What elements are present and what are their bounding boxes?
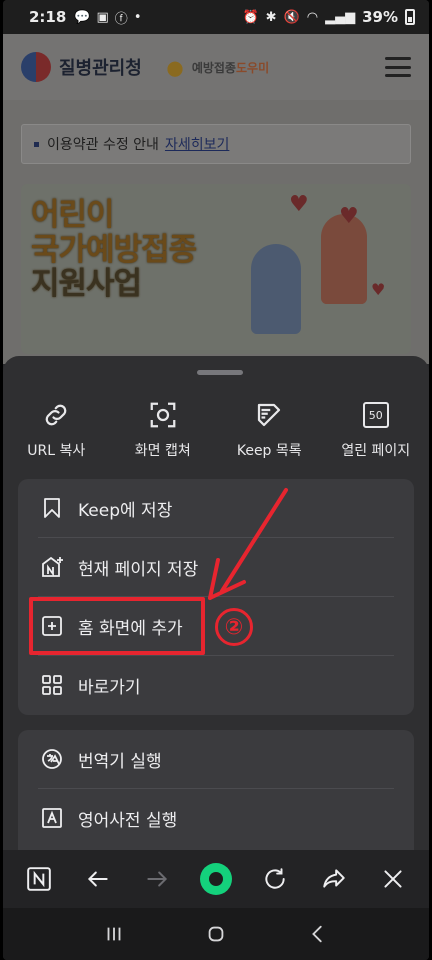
status-bar: 2:18 💬 ▣ ⓕ • ⏰ ✱ 🔇 ◠ ▂▄▆ 39% xyxy=(3,0,429,34)
back-nav-icon[interactable] xyxy=(307,923,329,945)
bluetooth-icon: ✱ xyxy=(265,9,277,25)
chat-icon: 💬 xyxy=(74,9,91,25)
hamburger-menu-icon[interactable] xyxy=(385,57,411,77)
back-button[interactable] xyxy=(78,859,118,899)
grid-icon xyxy=(42,675,62,695)
capture-icon xyxy=(150,402,176,428)
site-header: 질병관리청 예방접종도우미 xyxy=(3,34,429,100)
status-time: 2:18 xyxy=(29,8,67,26)
open-pages-button[interactable]: 50 열린 페이지 xyxy=(323,400,430,470)
sub-site-accent: 도우미 xyxy=(235,60,270,75)
notice-text: 이용약관 수정 안내 xyxy=(47,137,159,153)
refresh-icon xyxy=(265,868,285,889)
heart-icon: ♥ xyxy=(289,192,309,217)
run-translator-item[interactable]: 번역기 실행 xyxy=(18,730,414,788)
sheet-drag-handle[interactable] xyxy=(197,370,243,375)
sub-site-name: 예방접종 xyxy=(191,60,236,75)
vaccination-helper-logo: 예방접종도우미 xyxy=(161,56,270,78)
bookmark-icon xyxy=(44,498,60,518)
save-current-page-item[interactable]: 현재 페이지 저장 xyxy=(18,538,414,596)
quick-actions-row: URL 복사 화면 캡쳐 Keep 목록 50 열린 페이지 xyxy=(3,400,429,470)
gallery-icon: ▣ xyxy=(96,9,109,25)
system-navigation-bar xyxy=(3,908,429,960)
keep-list-button[interactable]: Keep 목록 xyxy=(216,400,323,470)
mute-icon: 🔇 xyxy=(283,9,300,25)
naver-home-button[interactable] xyxy=(19,859,59,899)
bullet-icon xyxy=(34,141,39,147)
notification-icons: 💬 ▣ ⓕ • xyxy=(74,8,141,27)
highlight-box xyxy=(29,597,205,655)
system-icons: ⏰ ✱ 🔇 ◠ ▂▄▆ 39% xyxy=(242,8,415,26)
alarm-icon: ⏰ xyxy=(242,9,259,25)
heart-icon: ♥ xyxy=(371,280,386,299)
signal-icon: ▂▄▆ xyxy=(325,9,356,25)
facebook-icon: ⓕ xyxy=(114,11,128,27)
kdca-logo-icon xyxy=(21,52,51,82)
arrow-left-icon xyxy=(87,871,108,887)
web-page-background: 질병관리청 예방접종도우미 이용약관 수정 안내 자세히보기 어린이 국가예방접… xyxy=(3,34,429,364)
close-icon xyxy=(384,870,402,888)
keep-save-item[interactable]: Keep에 저장 xyxy=(18,479,414,537)
menu-card-tools: 번역기 실행 영어사전 실행 xyxy=(18,730,414,870)
dot-icon: • xyxy=(133,9,142,25)
green-dot-icon xyxy=(199,863,232,895)
step-number-badge: ② xyxy=(215,608,253,646)
link-icon xyxy=(45,404,67,426)
share-arrow-icon xyxy=(323,869,345,888)
phone-screen: 2:18 💬 ▣ ⓕ • ⏰ ✱ 🔇 ◠ ▂▄▆ 39% 질병관리청 예방접종도… xyxy=(3,0,429,960)
open-pages-icon: 50 xyxy=(362,402,389,428)
screen-capture-button[interactable]: 화면 캡쳐 xyxy=(110,400,217,470)
browser-toolbar xyxy=(3,850,429,908)
battery-percent: 39% xyxy=(362,8,398,26)
refresh-button[interactable] xyxy=(255,859,295,899)
keep-list-icon xyxy=(258,403,281,427)
promo-banner[interactable]: 어린이 국가예방접종 지원사업 ♥ ♥ ♥ xyxy=(21,184,411,354)
home-icon[interactable] xyxy=(205,923,227,945)
share-button[interactable] xyxy=(314,859,354,899)
save-page-icon xyxy=(42,556,63,577)
banner-title: 어린이 국가예방접종 지원사업 xyxy=(31,197,197,303)
translate-icon xyxy=(42,749,62,769)
notice-detail-link[interactable]: 자세히보기 xyxy=(165,134,229,154)
run-dictionary-item[interactable]: 영어사전 실행 xyxy=(18,789,414,847)
dictionary-icon xyxy=(42,808,62,828)
forward-button[interactable] xyxy=(137,859,177,899)
site-name: 질병관리청 xyxy=(59,58,142,79)
green-dot-button[interactable] xyxy=(196,859,236,899)
heart-icon: ♥ xyxy=(339,204,359,229)
shortcut-item[interactable]: 바로가기 xyxy=(18,656,414,714)
close-button[interactable] xyxy=(373,859,413,899)
sun-logo-icon xyxy=(161,56,188,78)
child-illustration xyxy=(251,244,301,334)
wifi-icon: ◠ xyxy=(306,9,319,25)
notice-bar: 이용약관 수정 안내 자세히보기 xyxy=(21,124,411,164)
recent-apps-icon[interactable] xyxy=(103,923,125,945)
arrow-right-icon xyxy=(147,871,167,887)
naver-n-icon xyxy=(26,867,51,891)
url-copy-button[interactable]: URL 복사 xyxy=(3,400,110,470)
battery-icon xyxy=(405,9,415,25)
